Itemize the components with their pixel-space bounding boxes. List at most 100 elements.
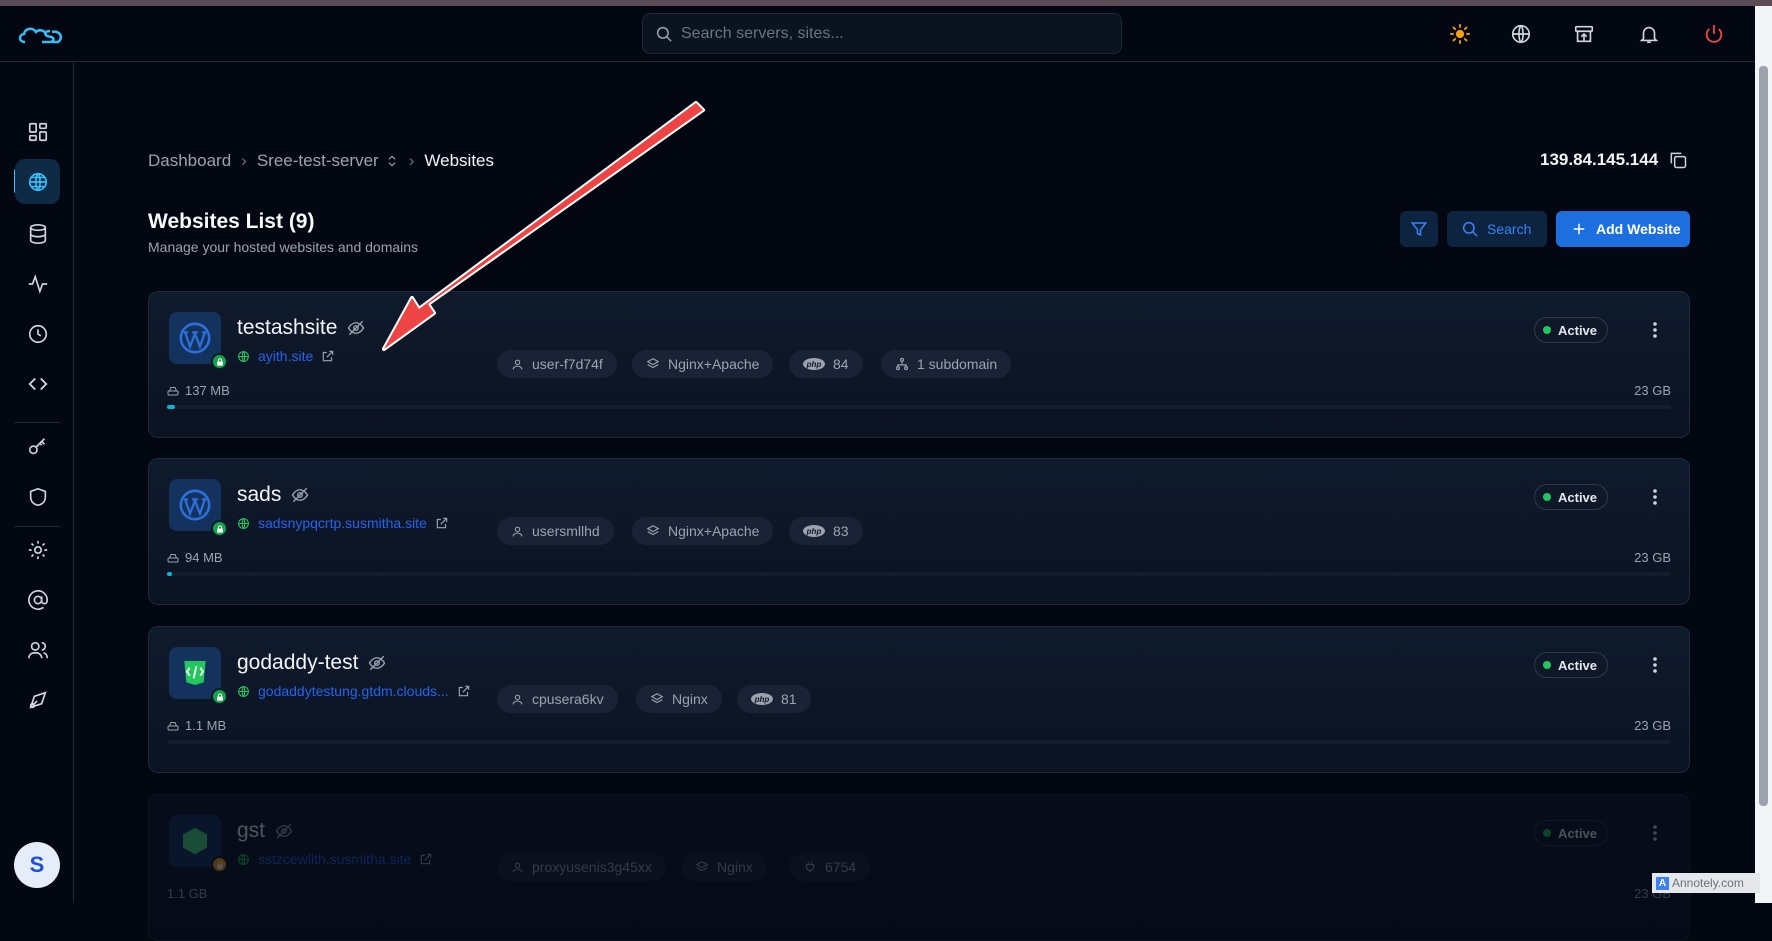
stack-chip: Nginx+Apache (632, 517, 774, 545)
more-options-icon[interactable] (1643, 485, 1667, 509)
site-domain[interactable]: godaddytestung.gtdm.clouds... (237, 683, 471, 699)
stack-chip: Nginx (681, 853, 767, 881)
watermark: A Annotely.com (1652, 873, 1760, 893)
php-icon: php (803, 358, 825, 370)
external-link-icon[interactable] (419, 852, 433, 866)
more-options-icon[interactable] (1643, 653, 1667, 677)
site-stack: Nginx (717, 859, 753, 875)
users-icon[interactable] (15, 627, 60, 672)
hard-drive-icon (167, 721, 179, 730)
website-card[interactable]: gst sstzcewlith.susmitha.site proxyuseni… (148, 794, 1690, 941)
add-website-button[interactable]: Add Website (1556, 211, 1690, 247)
filter-icon (1410, 222, 1428, 237)
user-icon (512, 862, 523, 872)
clock-icon[interactable] (15, 311, 60, 356)
eye-off-icon[interactable] (291, 486, 309, 504)
archive-icon[interactable] (1572, 22, 1596, 46)
breadcrumb: Dashboard › Sree-test-server › Websites (148, 151, 494, 171)
website-card[interactable]: godaddy-test godaddytestung.gtdm.clouds.… (148, 626, 1690, 773)
top-bar (0, 6, 1755, 62)
activity-icon[interactable] (15, 261, 60, 306)
site-domain[interactable]: sstzcewlith.susmitha.site (237, 851, 433, 867)
eye-off-icon[interactable] (275, 822, 293, 840)
external-link-icon[interactable] (457, 684, 471, 698)
external-link-icon[interactable] (435, 516, 449, 530)
site-name-text[interactable]: godaddy-test (237, 651, 358, 675)
site-name[interactable]: gst (237, 819, 293, 843)
shield-icon[interactable] (15, 474, 60, 519)
plug-icon (805, 861, 815, 873)
site-domain-link[interactable]: ayith.site (258, 348, 313, 364)
site-domain[interactable]: sadsnypqcrtp.susmitha.site (237, 515, 449, 531)
globe-icon (238, 350, 249, 362)
disk-usage: 137 MB (167, 383, 230, 398)
more-options-icon[interactable] (1643, 821, 1667, 845)
site-name[interactable]: testashsite (237, 316, 365, 340)
disk-quota: 23 GB (1634, 383, 1671, 398)
user-icon (512, 694, 523, 704)
global-search-input[interactable] (681, 24, 1081, 43)
power-icon[interactable] (1702, 22, 1726, 46)
status-text: Active (1558, 657, 1598, 673)
eye-off-icon[interactable] (347, 319, 365, 337)
avatar[interactable]: S (14, 842, 60, 888)
chevron-up-down-icon[interactable] (385, 154, 399, 168)
site-name[interactable]: godaddy-test (237, 651, 386, 675)
disk-usage: 94 MB (167, 550, 223, 565)
php-chip: php 84 (789, 350, 863, 378)
status-text: Active (1558, 825, 1598, 841)
theme-sun-icon[interactable] (1448, 22, 1472, 46)
site-php-version: 81 (781, 691, 797, 707)
port-chip: 6754 (789, 853, 871, 881)
website-card[interactable]: testashsite ayith.site user-f7d74f Nginx… (148, 291, 1690, 438)
globe-icon[interactable] (1509, 22, 1533, 46)
bell-icon[interactable] (1637, 22, 1661, 46)
site-name-text[interactable]: sads (237, 483, 281, 507)
usage-progress-fill (167, 405, 175, 409)
code-icon[interactable] (15, 361, 60, 406)
deploy-icon[interactable] (15, 677, 60, 722)
site-name-text[interactable]: testashsite (237, 316, 337, 340)
ssl-lock-icon (211, 520, 228, 537)
disk-usage-value: 137 MB (185, 383, 230, 398)
chevron-right-icon: › (408, 151, 415, 170)
site-name-text[interactable]: gst (237, 819, 265, 843)
site-domain-link[interactable]: godaddytestung.gtdm.clouds... (258, 683, 449, 699)
search-button[interactable]: Search (1447, 211, 1547, 247)
copy-icon[interactable] (1668, 150, 1688, 170)
more-options-icon[interactable] (1643, 318, 1667, 342)
server-ip-value: 139.84.145.144 (1540, 150, 1659, 169)
global-search[interactable] (642, 13, 1122, 54)
site-domain[interactable]: ayith.site (237, 348, 335, 364)
at-icon[interactable] (15, 577, 60, 622)
scrollbar[interactable] (1755, 6, 1772, 903)
php-chip: php 81 (737, 685, 811, 713)
disk-quota: 23 GB (1634, 718, 1671, 733)
breadcrumb-dashboard[interactable]: Dashboard (148, 151, 231, 171)
scrollbar-thumb[interactable] (1759, 66, 1768, 806)
user-chip: proxyusenis3g45xx (497, 853, 666, 881)
site-domain-link[interactable]: sstzcewlith.susmitha.site (258, 851, 411, 867)
usage-progress-bar (167, 740, 1671, 744)
dashboard-icon[interactable] (15, 109, 60, 154)
disk-usage-value: 1.1 GB (167, 886, 208, 901)
globe-icon (238, 685, 249, 697)
websites-icon[interactable] (15, 159, 60, 204)
ssl-lock-icon (211, 353, 228, 370)
stack-chip: Nginx+Apache (632, 350, 774, 378)
website-card[interactable]: sads sadsnypqcrtp.susmitha.site usersmll… (148, 458, 1690, 605)
user-icon (512, 526, 523, 536)
php-chip: php 83 (789, 517, 863, 545)
logo-icon[interactable] (16, 24, 66, 48)
database-icon[interactable] (15, 211, 60, 256)
ssl-lock-icon (211, 688, 228, 705)
sitemap-icon (895, 357, 909, 371)
key-icon[interactable] (15, 424, 60, 469)
external-link-icon[interactable] (321, 349, 335, 363)
breadcrumb-server[interactable]: Sree-test-server (257, 151, 379, 171)
filter-button[interactable] (1400, 211, 1438, 247)
settings-icon[interactable] (15, 527, 60, 572)
site-domain-link[interactable]: sadsnypqcrtp.susmitha.site (258, 515, 427, 531)
eye-off-icon[interactable] (368, 654, 386, 672)
site-name[interactable]: sads (237, 483, 309, 507)
